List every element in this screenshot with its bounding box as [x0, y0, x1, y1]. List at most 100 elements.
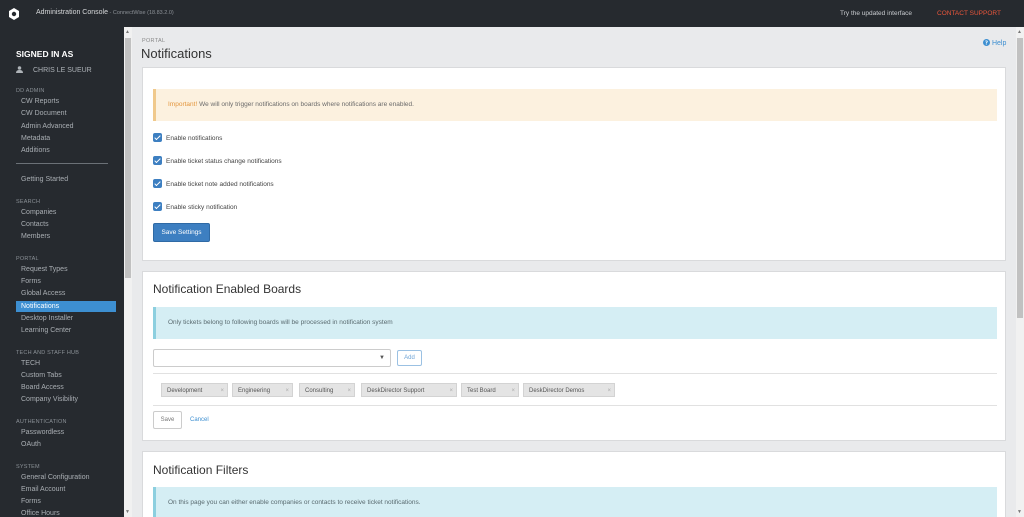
user-name: CHRIS LE SUEUR: [33, 67, 92, 74]
sidebar-item-oauth[interactable]: OAuth: [21, 441, 41, 448]
top-bar: Administration Console - ConnectWise (18…: [0, 0, 1024, 27]
board-tag: Engineering ×: [232, 383, 293, 397]
sidebar-item-additions[interactable]: Additions: [21, 147, 50, 154]
sidebar-item-members[interactable]: Members: [21, 233, 50, 240]
checkbox-checked-icon[interactable]: [153, 156, 162, 165]
tag-label: Test Board: [467, 388, 496, 394]
sidebar-item-contacts[interactable]: Contacts: [21, 221, 49, 228]
board-tag-list: Development × Engineering × Consulting × De…: [153, 373, 997, 406]
sidebar-item-global-access[interactable]: Global Access: [21, 290, 65, 297]
sidebar-scroll-up-icon[interactable]: ▲: [125, 29, 130, 35]
checkbox-label: Enable notifications: [166, 135, 223, 142]
checkbox-checked-icon[interactable]: [153, 133, 162, 142]
sidebar-item-custom-tabs[interactable]: Custom Tabs: [21, 372, 62, 379]
board-tag: DeskDirector Demos ×: [523, 383, 615, 397]
svg-text:?: ?: [985, 41, 988, 46]
enable-notifications-checkbox[interactable]: Enable notifications: [153, 133, 222, 142]
main-scroll-down-icon[interactable]: ▼: [1017, 509, 1022, 515]
caret-down-icon: ▼: [379, 355, 385, 361]
sidebar-item-tech[interactable]: TECH: [21, 360, 40, 367]
section-portal: PORTAL: [16, 256, 39, 262]
save-boards-button[interactable]: Save: [153, 411, 182, 429]
sidebar-item-learning-center[interactable]: Learning Center: [21, 327, 71, 334]
cancel-boards-link[interactable]: Cancel: [190, 411, 209, 429]
board-tag: Development ×: [161, 383, 228, 397]
alert-important-label: Important!: [168, 101, 198, 108]
sidebar-item-metadata[interactable]: Metadata: [21, 135, 50, 142]
enable-status-change-checkbox[interactable]: Enable ticket status change notification…: [153, 156, 282, 165]
remove-tag-icon[interactable]: ×: [347, 384, 351, 398]
page-title: Notifications: [141, 46, 212, 61]
sidebar-item-company-visibility[interactable]: Company Visibility: [21, 396, 78, 403]
app-version: - ConnectWise (18.83.2.0): [107, 10, 174, 16]
sidebar-item-desktop-installer[interactable]: Desktop Installer: [21, 315, 73, 322]
signed-in-label: SIGNED IN AS: [16, 49, 74, 59]
remove-tag-icon[interactable]: ×: [511, 384, 515, 398]
sidebar-scroll-down-icon[interactable]: ▼: [125, 509, 130, 515]
sidebar-divider: [16, 163, 108, 164]
section-dd-admin: DD ADMIN: [16, 88, 45, 94]
help-link[interactable]: ? Help: [983, 39, 1006, 47]
tag-label: Engineering: [238, 388, 271, 394]
sidebar-item-board-access[interactable]: Board Access: [21, 384, 64, 391]
alert-important-text: We will only trigger notifications on bo…: [197, 101, 414, 108]
boards-panel-title: Notification Enabled Boards: [153, 282, 302, 296]
settings-panel: Important! We will only trigger notifica…: [142, 67, 1006, 261]
sidebar-scrollbar-thumb[interactable]: [125, 38, 131, 278]
breadcrumb: PORTAL: [142, 38, 166, 44]
tag-label: DeskDirector Demos: [529, 388, 585, 394]
try-updated-interface-link[interactable]: Try the updated interface: [840, 10, 912, 17]
remove-tag-icon[interactable]: ×: [449, 384, 453, 398]
checkbox-label: Enable ticket status change notification…: [166, 158, 282, 165]
section-tech-and-staff-hub: TECH AND STAFF HUB: [16, 350, 80, 356]
signed-in-user[interactable]: CHRIS LE SUEUR: [16, 66, 92, 74]
sidebar: SIGNED IN AS CHRIS LE SUEUR DD ADMIN CW …: [0, 27, 124, 517]
section-search: SEARCH: [16, 199, 41, 205]
app-title: Administration Console - ConnectWise (18…: [36, 9, 174, 16]
main-scroll-up-icon[interactable]: ▲: [1017, 29, 1022, 35]
sidebar-item-passwordless[interactable]: Passwordless: [21, 429, 64, 436]
enable-note-added-checkbox[interactable]: Enable ticket note added notifications: [153, 179, 274, 188]
sidebar-item-cw-reports[interactable]: CW Reports: [21, 98, 59, 105]
checkbox-label: Enable ticket note added notifications: [166, 181, 274, 188]
sidebar-item-request-types[interactable]: Request Types: [21, 266, 68, 273]
boards-info-alert: Only tickets belong to following boards …: [153, 307, 997, 339]
sidebar-item-notifications[interactable]: Notifications: [16, 301, 116, 312]
sidebar-item-admin-advanced[interactable]: Admin Advanced: [21, 123, 74, 130]
tag-label: Consulting: [305, 388, 334, 394]
help-label: Help: [991, 40, 1007, 47]
tag-label: DeskDirector Support: [367, 388, 425, 394]
board-tag: Consulting ×: [299, 383, 355, 397]
sidebar-item-cw-document[interactable]: CW Document: [21, 110, 67, 117]
filters-info-alert: On this page you can either enable compa…: [153, 487, 997, 517]
remove-tag-icon[interactable]: ×: [285, 384, 289, 398]
sidebar-item-forms[interactable]: Forms: [21, 278, 41, 285]
notification-filters-panel: Notification Filters On this page you ca…: [142, 451, 1006, 517]
board-select[interactable]: ▼: [153, 349, 391, 367]
remove-tag-icon[interactable]: ×: [220, 384, 224, 398]
remove-tag-icon[interactable]: ×: [607, 384, 611, 398]
user-icon: [16, 66, 23, 73]
sidebar-item-office-hours[interactable]: Office Hours: [21, 510, 60, 517]
sidebar-item-email-account[interactable]: Email Account: [21, 486, 65, 493]
section-system: SYSTEM: [16, 464, 40, 470]
checkbox-checked-icon[interactable]: [153, 179, 162, 188]
logo-icon[interactable]: [8, 8, 20, 20]
sidebar-item-companies[interactable]: Companies: [21, 209, 56, 216]
enabled-boards-panel: Notification Enabled Boards Only tickets…: [142, 271, 1006, 441]
enable-sticky-checkbox[interactable]: Enable sticky notification: [153, 202, 237, 211]
sidebar-item-system-forms[interactable]: Forms: [21, 498, 41, 505]
filters-panel-title: Notification Filters: [153, 463, 249, 477]
sidebar-item-general-configuration[interactable]: General Configuration: [21, 474, 90, 481]
important-alert: Important! We will only trigger notifica…: [153, 89, 997, 121]
save-settings-button[interactable]: Save Settings: [153, 223, 210, 242]
main-scrollbar-thumb[interactable]: [1017, 38, 1023, 318]
contact-support-link[interactable]: CONTACT SUPPORT: [937, 10, 1001, 17]
add-board-button[interactable]: Add: [397, 350, 422, 366]
help-circle-icon: ?: [983, 39, 990, 46]
tag-label: Development: [167, 388, 203, 394]
checkbox-checked-icon[interactable]: [153, 202, 162, 211]
checkbox-label: Enable sticky notification: [166, 204, 238, 211]
board-tag: Test Board ×: [461, 383, 519, 397]
sidebar-item-getting-started[interactable]: Getting Started: [21, 176, 68, 183]
